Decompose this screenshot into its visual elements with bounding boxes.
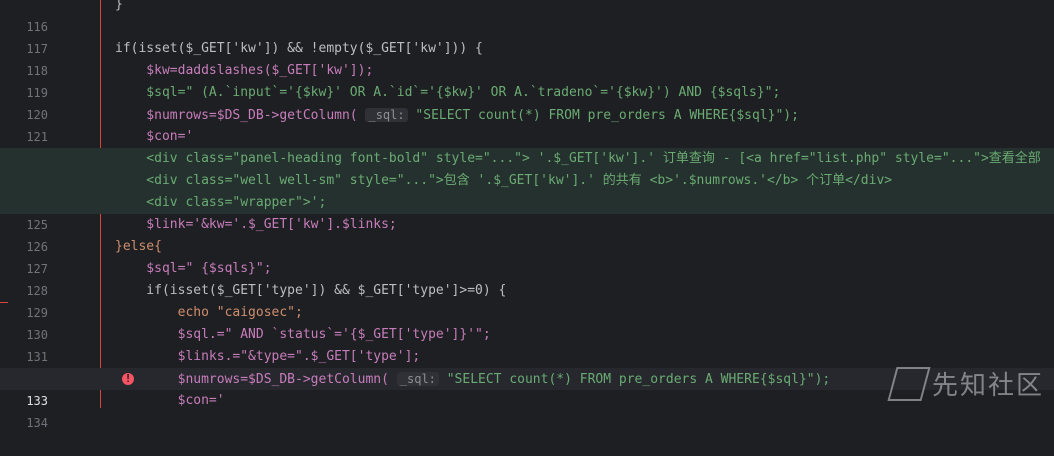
code-text[interactable]: if(isset($_GET['kw']) && !empty($_GET['k… bbox=[115, 38, 483, 60]
code-line-123[interactable]: 123 <div class="panel-heading font-bold"… bbox=[0, 148, 1054, 188]
code-line-127[interactable]: 127 }else{ bbox=[0, 236, 1054, 276]
code-line-125[interactable]: 125 <div class="wrapper">'; bbox=[0, 192, 1054, 232]
code-line-126[interactable]: 126 $link='&kw='.$_GET['kw'].$links; bbox=[0, 214, 1054, 254]
code-line-118[interactable]: 118 if(isset($_GET['kw']) && !empty($_GE… bbox=[0, 38, 1054, 78]
code-text[interactable]: $numrows=$DS_DB->getColumn( _sql: "SELEC… bbox=[115, 104, 799, 127]
sql-query: "SELECT count(*) FROM pre_orders A WHERE… bbox=[415, 108, 799, 123]
watermark: 先知社区 bbox=[887, 365, 1044, 402]
code-text[interactable]: $sql.=" AND `status`='{$_GET['type']}'"; bbox=[115, 324, 491, 346]
sql-query: "SELECT count(*) FROM pre_orders A WHERE… bbox=[446, 372, 831, 387]
code-text[interactable]: <div class="wrapper">'; bbox=[115, 192, 326, 214]
code-text[interactable]: if(isset($_GET['type']) && $_GET['type']… bbox=[115, 280, 506, 302]
code-line-130[interactable]: 130 echo "caigosec"; bbox=[0, 302, 1054, 342]
code-text[interactable]: echo "caigosec"; bbox=[115, 302, 303, 324]
code-line-129[interactable]: 129 if(isset($_GET['type']) && $_GET['ty… bbox=[0, 280, 1054, 320]
code-call: $numrows=$DS_DB->getColumn( bbox=[115, 372, 389, 387]
code-line-116[interactable]: 116 } bbox=[0, 0, 1054, 34]
code-line-128[interactable]: 128 $sql=" {$sqls}"; bbox=[0, 258, 1054, 298]
code-text[interactable]: $link='&kw='.$_GET['kw'].$links; bbox=[115, 214, 396, 236]
watermark-logo-icon bbox=[887, 366, 931, 401]
code-line-121[interactable]: 121 $numrows=$DS_DB->getColumn( _sql: "S… bbox=[0, 104, 1054, 144]
code-text[interactable]: }else{ bbox=[115, 236, 162, 258]
code-line-119[interactable]: 119 $kw=daddslashes($_GET['kw']); bbox=[0, 60, 1054, 100]
code-call: $numrows=$DS_DB->getColumn( bbox=[115, 108, 358, 123]
code-text[interactable]: $links.="&type=".$_GET['type']; bbox=[115, 346, 421, 368]
code-text[interactable]: $kw=daddslashes($_GET['kw']); bbox=[115, 60, 373, 82]
code-text[interactable]: $sql=" (A.`input`='{$kw}' OR A.`id`='{$k… bbox=[115, 82, 780, 104]
code-line-117[interactable]: 117 bbox=[0, 16, 1054, 56]
inlay-hint: _sql: bbox=[396, 372, 439, 386]
code-text[interactable]: $sql=" {$sqls}"; bbox=[115, 258, 271, 280]
code-line-122[interactable]: 122 $con=' bbox=[0, 126, 1054, 166]
code-text[interactable]: <div class="well well-sm" style="...">包含… bbox=[115, 170, 892, 192]
code-text[interactable]: $numrows=$DS_DB->getColumn( _sql: "SELEC… bbox=[115, 368, 830, 391]
code-text[interactable]: $con=' bbox=[115, 390, 225, 412]
code-line-131[interactable]: 131 $sql.=" AND `status`='{$_GET['type']… bbox=[0, 324, 1054, 364]
inlay-hint: _sql: bbox=[365, 108, 408, 122]
code-line-124[interactable]: 124 <div class="well well-sm" style="...… bbox=[0, 170, 1054, 210]
line-number: 134 bbox=[26, 416, 48, 430]
code-text[interactable]: $con=' bbox=[115, 126, 193, 148]
code-text[interactable]: <div class="panel-heading font-bold" sty… bbox=[115, 148, 1041, 170]
watermark-text: 先知社区 bbox=[931, 371, 1044, 401]
code-line-120[interactable]: 120 $sql=" (A.`input`='{$kw}' OR A.`id`=… bbox=[0, 82, 1054, 122]
code-text[interactable]: } bbox=[115, 0, 123, 16]
